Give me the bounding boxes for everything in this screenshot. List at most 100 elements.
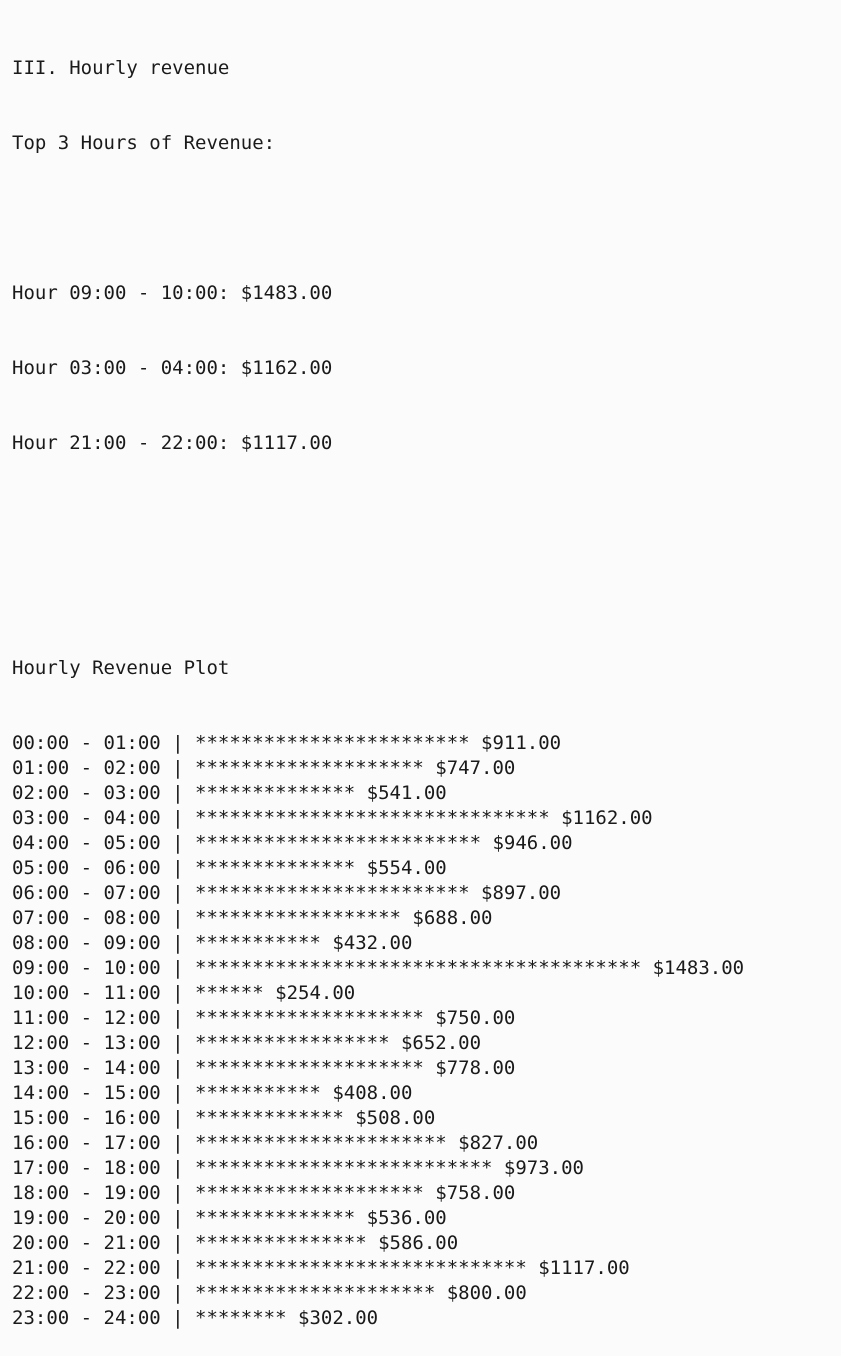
top-hour-line: Hour 03:00 - 04:00: $1162.00 [12, 357, 333, 379]
revenue-bar: ************************ [195, 882, 470, 904]
hour-range-label: 05:00 - 06:00 [12, 857, 161, 879]
axis-separator: | [160, 732, 196, 754]
console-output: III. Hourly revenue Top 3 Hours of Reven… [12, 6, 744, 1356]
revenue-bar: ******************** [195, 1057, 424, 1079]
revenue-bar: ****** [195, 982, 264, 1004]
revenue-bar: ************** [195, 1207, 356, 1229]
axis-separator: | [160, 1057, 196, 1079]
axis-separator: | [160, 1107, 196, 1129]
revenue-bar: ***************************** [195, 1257, 527, 1279]
hour-range-label: 15:00 - 16:00 [12, 1107, 161, 1129]
revenue-bar: ************** [195, 857, 356, 879]
revenue-value-label: $536.00 [355, 1207, 447, 1229]
axis-separator: | [160, 1007, 196, 1029]
revenue-value-label: $750.00 [423, 1007, 516, 1029]
plot-row: 07:00 - 08:00 | ****************** $688.… [12, 906, 744, 931]
axis-separator: | [160, 857, 196, 879]
plot-row: 00:00 - 01:00 | ************************… [12, 731, 744, 756]
hour-range-label: 07:00 - 08:00 [12, 907, 161, 929]
hour-range-label: 02:00 - 03:00 [12, 782, 161, 804]
plot-row: 18:00 - 19:00 | ******************** $75… [12, 1181, 744, 1206]
revenue-bar: ********************** [195, 1132, 447, 1154]
hour-range-label: 00:00 - 01:00 [12, 732, 161, 754]
hour-range-label: 22:00 - 23:00 [12, 1282, 161, 1304]
top-hours-header: Top 3 Hours of Revenue: [12, 132, 276, 154]
revenue-value-label: $302.00 [286, 1307, 379, 1329]
axis-separator: | [160, 1257, 196, 1279]
revenue-value-label: $946.00 [481, 832, 573, 854]
revenue-bar: ******************** [195, 1007, 424, 1029]
revenue-value-label: $432.00 [320, 932, 413, 954]
plot-row: 23:00 - 24:00 | ******** $302.00 [12, 1306, 744, 1331]
revenue-value-label: $800.00 [435, 1282, 527, 1304]
axis-separator: | [160, 1282, 196, 1304]
hour-range-label: 01:00 - 02:00 [12, 757, 161, 779]
revenue-value-label: $973.00 [492, 1157, 584, 1179]
plot-row: 11:00 - 12:00 | ******************** $75… [12, 1006, 744, 1031]
plot-row: 12:00 - 13:00 | ***************** $652.0… [12, 1031, 744, 1056]
hour-range-label: 03:00 - 04:00 [12, 807, 161, 829]
revenue-value-label: $508.00 [343, 1107, 436, 1129]
hour-range-label: 13:00 - 14:00 [12, 1057, 161, 1079]
plot-row: 05:00 - 06:00 | ************** $554.00 [12, 856, 744, 881]
plot-row: 02:00 - 03:00 | ************** $541.00 [12, 781, 744, 806]
revenue-value-label: $827.00 [446, 1132, 539, 1154]
axis-separator: | [160, 1157, 196, 1179]
axis-separator: | [160, 832, 196, 854]
hour-range-label: 06:00 - 07:00 [12, 882, 161, 904]
revenue-value-label: $1162.00 [549, 807, 653, 829]
axis-separator: | [160, 1082, 196, 1104]
axis-separator: | [160, 1307, 196, 1329]
revenue-value-label: $254.00 [263, 982, 356, 1004]
hour-range-label: 08:00 - 09:00 [12, 932, 161, 954]
plot-row: 04:00 - 05:00 | ************************… [12, 831, 744, 856]
hour-range-label: 09:00 - 10:00 [12, 957, 161, 979]
revenue-bar: ******** [195, 1307, 287, 1329]
plot-row: 03:00 - 04:00 | ************************… [12, 806, 744, 831]
hour-range-label: 11:00 - 12:00 [12, 1007, 161, 1029]
revenue-bar: ******************** [195, 1182, 424, 1204]
plot-row: 15:00 - 16:00 | ************* $508.00 [12, 1106, 744, 1131]
plot-row: 21:00 - 22:00 | ************************… [12, 1256, 744, 1281]
hour-range-label: 19:00 - 20:00 [12, 1207, 161, 1229]
revenue-bar: ************************ [195, 732, 470, 754]
revenue-value-label: $897.00 [469, 882, 562, 904]
axis-separator: | [160, 1182, 196, 1204]
revenue-value-label: $554.00 [355, 857, 447, 879]
revenue-value-label: $911.00 [469, 732, 562, 754]
revenue-bar: *********** [195, 932, 321, 954]
revenue-bar: ********************* [195, 1282, 436, 1304]
plot-row: 19:00 - 20:00 | ************** $536.00 [12, 1206, 744, 1231]
revenue-bar: ******************************* [195, 807, 550, 829]
axis-separator: | [160, 807, 196, 829]
revenue-value-label: $541.00 [355, 782, 447, 804]
hour-range-label: 04:00 - 05:00 [12, 832, 161, 854]
revenue-value-label: $408.00 [320, 1082, 413, 1104]
plot-row: 10:00 - 11:00 | ****** $254.00 [12, 981, 744, 1006]
axis-separator: | [160, 882, 196, 904]
revenue-bar: ******************** [195, 757, 424, 779]
axis-separator: | [160, 1132, 196, 1154]
hour-range-label: 23:00 - 24:00 [12, 1307, 161, 1329]
plot-row: 16:00 - 17:00 | ********************** $… [12, 1131, 744, 1156]
hour-range-label: 14:00 - 15:00 [12, 1082, 161, 1104]
axis-separator: | [160, 1207, 196, 1229]
revenue-bar: ************** [195, 782, 356, 804]
revenue-value-label: $1117.00 [526, 1257, 630, 1279]
plot-row: 22:00 - 23:00 | ********************* $8… [12, 1281, 744, 1306]
revenue-bar: ************************** [195, 1157, 493, 1179]
axis-separator: | [160, 932, 196, 954]
plot-row: 01:00 - 02:00 | ******************** $74… [12, 756, 744, 781]
revenue-bar: *************************************** [195, 957, 642, 979]
hour-range-label: 18:00 - 19:00 [12, 1182, 161, 1204]
section-title: III. Hourly revenue [12, 57, 230, 79]
hour-range-label: 21:00 - 22:00 [12, 1257, 161, 1279]
axis-separator: | [160, 982, 196, 1004]
revenue-bar: ************* [195, 1107, 344, 1129]
axis-separator: | [160, 1032, 196, 1054]
hour-range-label: 20:00 - 21:00 [12, 1232, 161, 1254]
revenue-bar: *************** [195, 1232, 367, 1254]
revenue-value-label: $688.00 [400, 907, 493, 929]
